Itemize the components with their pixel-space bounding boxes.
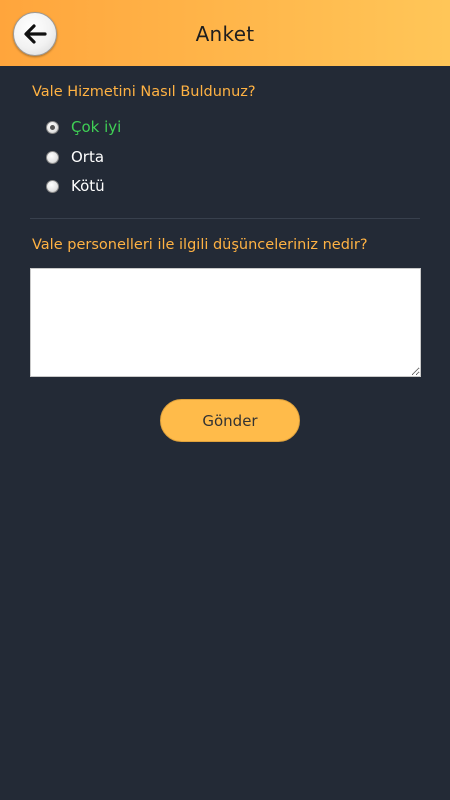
question-1-label: Vale Hizmetini Nasıl Buldunuz? bbox=[32, 84, 256, 100]
submit-button[interactable]: Gönder bbox=[160, 399, 300, 442]
question-2-label: Vale personelleri ile ilgili düşünceleri… bbox=[32, 237, 368, 253]
option-orta[interactable]: Orta bbox=[46, 146, 104, 168]
option-label: Çok iyi bbox=[71, 118, 122, 136]
option-label: Orta bbox=[71, 148, 105, 166]
feedback-textarea[interactable] bbox=[30, 268, 421, 377]
radio-button-checked[interactable] bbox=[46, 120, 59, 134]
option-label: Kötü bbox=[71, 177, 105, 195]
radio-button[interactable] bbox=[46, 150, 59, 164]
option-cok-iyi[interactable]: Çok iyi bbox=[46, 116, 121, 138]
page-title: Anket bbox=[195, 22, 255, 46]
app-header: Anket bbox=[0, 0, 450, 66]
radio-dot bbox=[50, 124, 55, 130]
section-divider bbox=[30, 218, 420, 219]
option-kotu[interactable]: Kötü bbox=[46, 175, 105, 197]
radio-button[interactable] bbox=[46, 179, 59, 193]
